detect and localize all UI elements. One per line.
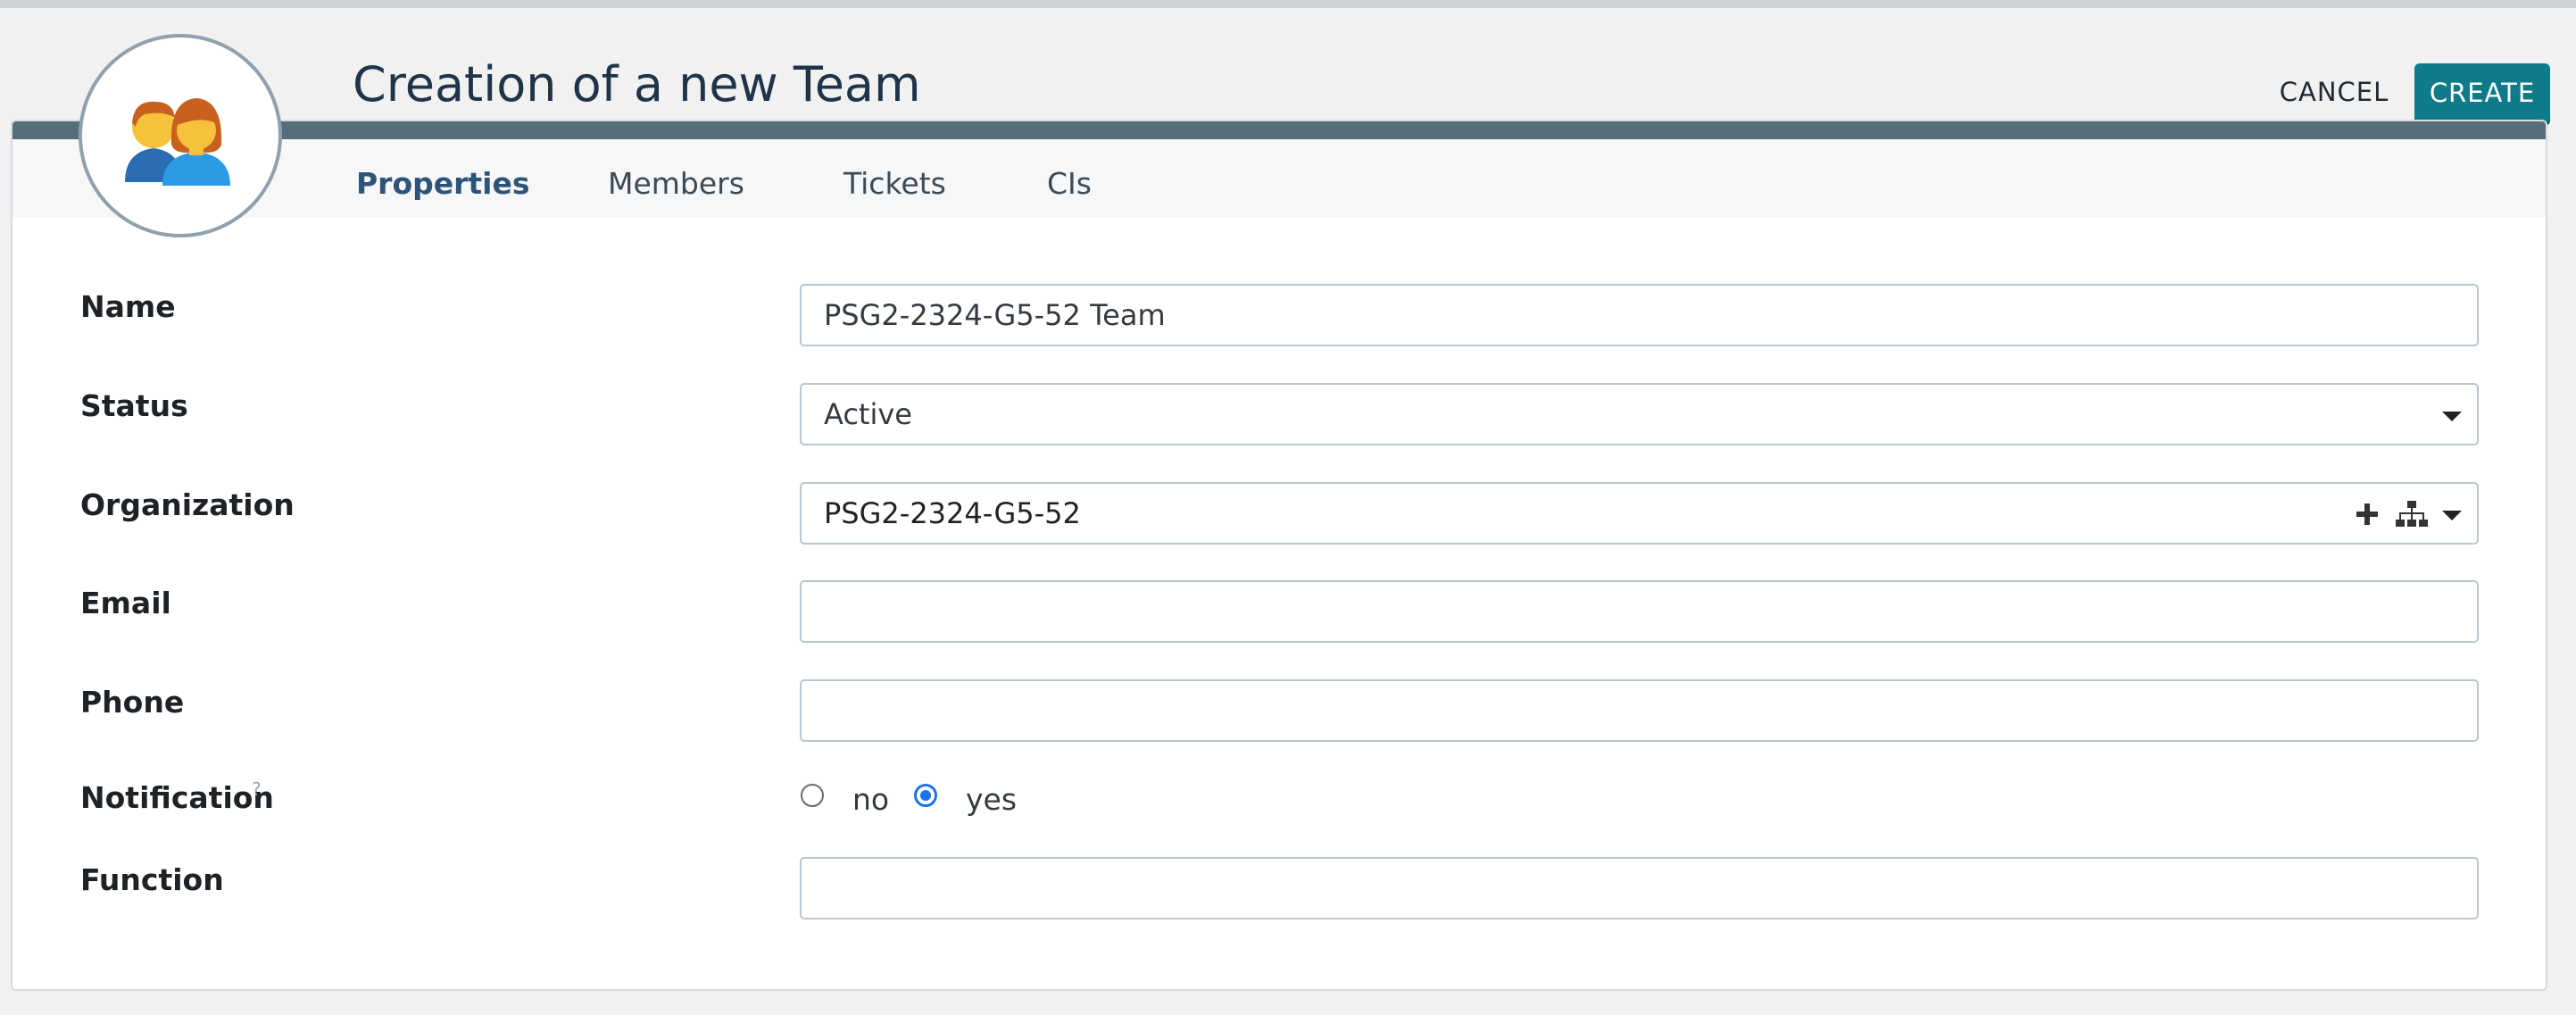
email-field[interactable] <box>800 580 2479 643</box>
email-label: Email <box>80 586 171 620</box>
function-field[interactable] <box>800 857 2479 919</box>
phone-label: Phone <box>80 685 185 720</box>
notification-radio-yes[interactable] <box>914 784 937 807</box>
tab-properties[interactable]: Properties <box>356 157 530 211</box>
tab-tickets[interactable]: Tickets <box>843 157 946 211</box>
organization-select[interactable]: PSG2-2324-G5-52 <box>800 482 2479 545</box>
card-header-strip <box>12 121 2546 139</box>
tab-bar: Properties Members Tickets CIs <box>12 139 2546 218</box>
notification-radio-no[interactable] <box>801 784 824 807</box>
name-input[interactable]: PSG2-2324-G5-52 Team <box>800 284 2479 346</box>
notification-option-no-label[interactable]: no <box>852 782 889 817</box>
hierarchy-icon[interactable] <box>2396 500 2428 528</box>
top-border <box>0 0 2576 8</box>
plus-icon[interactable] <box>2355 502 2380 527</box>
status-label: Status <box>80 388 188 423</box>
status-select[interactable]: Active <box>800 383 2479 445</box>
chevron-down-icon[interactable] <box>2442 511 2462 520</box>
function-label: Function <box>80 862 224 897</box>
page-title: Creation of a new Team <box>353 56 921 112</box>
name-label: Name <box>80 289 176 324</box>
create-button[interactable]: CREATE <box>2414 63 2550 122</box>
status-value: Active <box>824 397 912 431</box>
page-header: Creation of a new Team CANCEL CREATE <box>0 8 2576 133</box>
notification-label-text: Notification <box>80 780 274 815</box>
organization-value: PSG2-2324-G5-52 <box>824 496 1081 530</box>
team-people-icon <box>125 98 230 186</box>
tab-members[interactable]: Members <box>608 157 744 211</box>
help-icon[interactable]: ? <box>252 778 262 800</box>
tab-cis[interactable]: CIs <box>1047 157 1092 211</box>
phone-field[interactable] <box>800 679 2479 742</box>
notification-label: Notification <box>80 780 274 815</box>
cancel-button[interactable]: CANCEL <box>2263 65 2406 119</box>
team-avatar <box>79 34 282 237</box>
notification-option-yes-label[interactable]: yes <box>966 782 1017 817</box>
name-value: PSG2-2324-G5-52 Team <box>824 298 1166 332</box>
organization-label: Organization <box>80 487 295 522</box>
chevron-down-icon[interactable] <box>2442 412 2462 421</box>
